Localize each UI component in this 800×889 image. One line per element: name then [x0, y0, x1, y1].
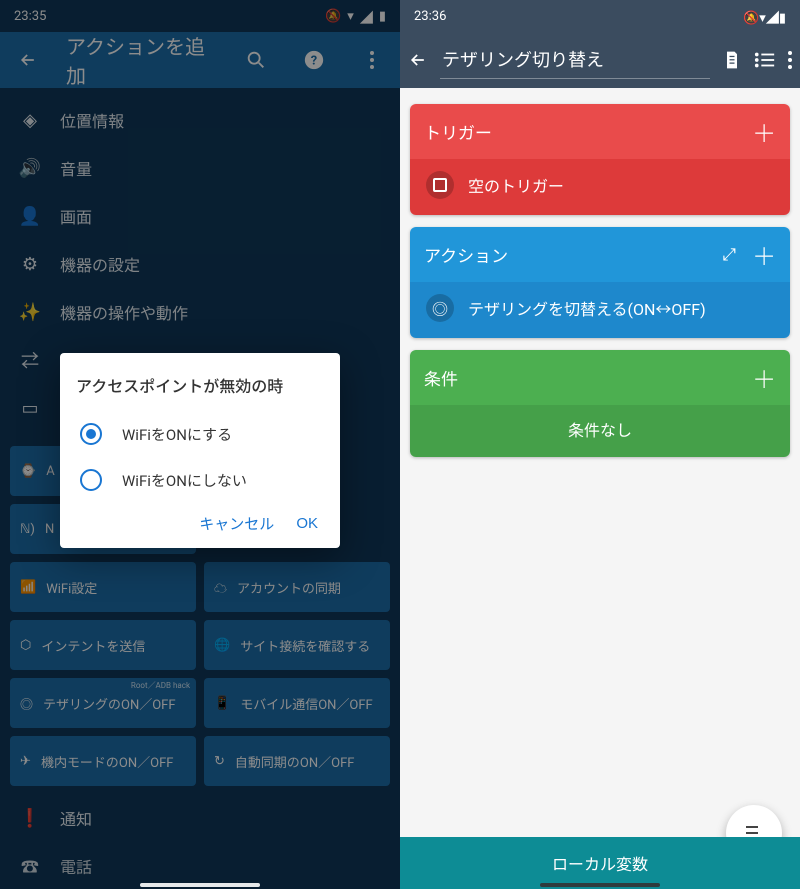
tether-icon: ◎: [426, 294, 454, 322]
notif-off-icon: 🔕: [743, 11, 759, 26]
trigger-title: トリガー: [424, 119, 752, 144]
condition-empty[interactable]: 条件なし: [410, 405, 790, 457]
expand-button[interactable]: ⤢: [722, 245, 736, 265]
ok-button[interactable]: OK: [296, 513, 318, 534]
action-item[interactable]: ◎ テザリングを切替える(ON↔OFF): [410, 282, 790, 338]
condition-title: 条件: [424, 365, 752, 390]
signal-icon: ◢: [766, 11, 779, 26]
back-button[interactable]: [408, 50, 428, 70]
app-bar: テザリング切り替え: [400, 32, 800, 88]
macro-name-input[interactable]: テザリング切り替え: [440, 42, 710, 79]
radio-icon: [80, 423, 102, 445]
trigger-item[interactable]: 空のトリガー: [410, 159, 790, 215]
dialog-title: アクセスポイントが無効の時: [76, 373, 324, 397]
menu-button[interactable]: [788, 51, 792, 69]
trigger-card: トリガー ＋ 空のトリガー: [410, 104, 790, 215]
status-time: 23:36: [414, 9, 446, 24]
condition-card: 条件 ＋ 条件なし: [410, 350, 790, 457]
nav-handle[interactable]: [140, 883, 260, 887]
radio-option-off[interactable]: WiFiをONにしない: [76, 457, 324, 503]
add-trigger-button[interactable]: ＋: [752, 114, 776, 149]
radio-option-on[interactable]: WiFiをONにする: [76, 411, 324, 457]
cancel-button[interactable]: キャンセル: [199, 513, 274, 534]
dialog: アクセスポイントが無効の時 WiFiをONにする WiFiをONにしない キャン…: [60, 353, 340, 548]
status-bar: 23:36 🔕▾◢▮: [400, 0, 800, 32]
battery-icon: ▮: [779, 11, 786, 26]
status-icons: 🔕▾◢▮: [743, 7, 786, 26]
empty-icon: [426, 171, 454, 199]
local-vars-button[interactable]: ローカル変数: [400, 837, 800, 889]
action-title: アクション: [424, 242, 722, 267]
action-card: アクション ⤢ ＋ ◎ テザリングを切替える(ON↔OFF): [410, 227, 790, 338]
add-action-button[interactable]: ＋: [752, 237, 776, 272]
list-button[interactable]: [754, 51, 776, 69]
note-button[interactable]: [722, 49, 742, 71]
radio-icon: [80, 469, 102, 491]
add-condition-button[interactable]: ＋: [752, 360, 776, 395]
nav-handle[interactable]: [540, 883, 660, 887]
